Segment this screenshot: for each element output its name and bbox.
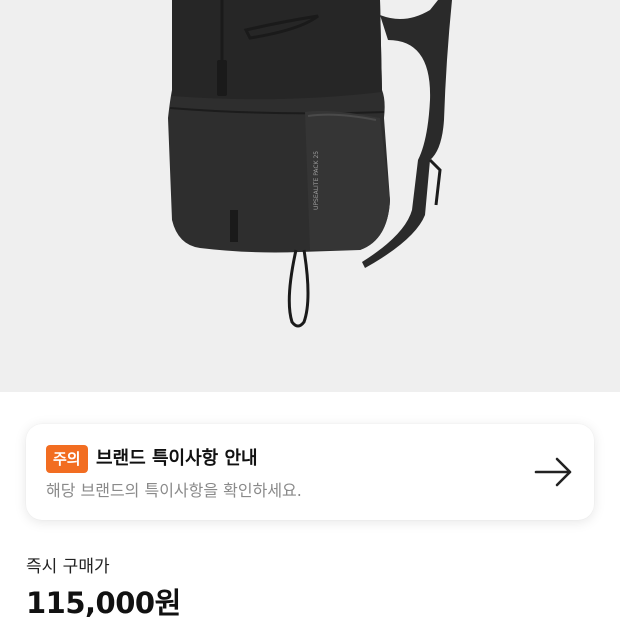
brand-notice-card[interactable]: 주의 브랜드 특이사항 안내 해당 브랜드의 특이사항을 확인하세요.: [26, 424, 594, 520]
instant-buy-price-label: 즉시 구매가: [26, 557, 110, 577]
notice-title: 브랜드 특이사항 안내: [96, 448, 258, 469]
arrow-right-icon[interactable]: [530, 452, 578, 492]
product-image[interactable]: UPSEALITE PACK 25: [0, 0, 620, 392]
backpack-illustration: UPSEALITE PACK 25: [168, 0, 452, 328]
instant-buy-price: 115,000원: [26, 586, 181, 620]
product-label-text: UPSEALITE PACK 25: [313, 151, 320, 210]
notice-description: 해당 브랜드의 특이사항을 확인하세요.: [46, 481, 302, 500]
caution-badge: 주의: [46, 445, 88, 473]
